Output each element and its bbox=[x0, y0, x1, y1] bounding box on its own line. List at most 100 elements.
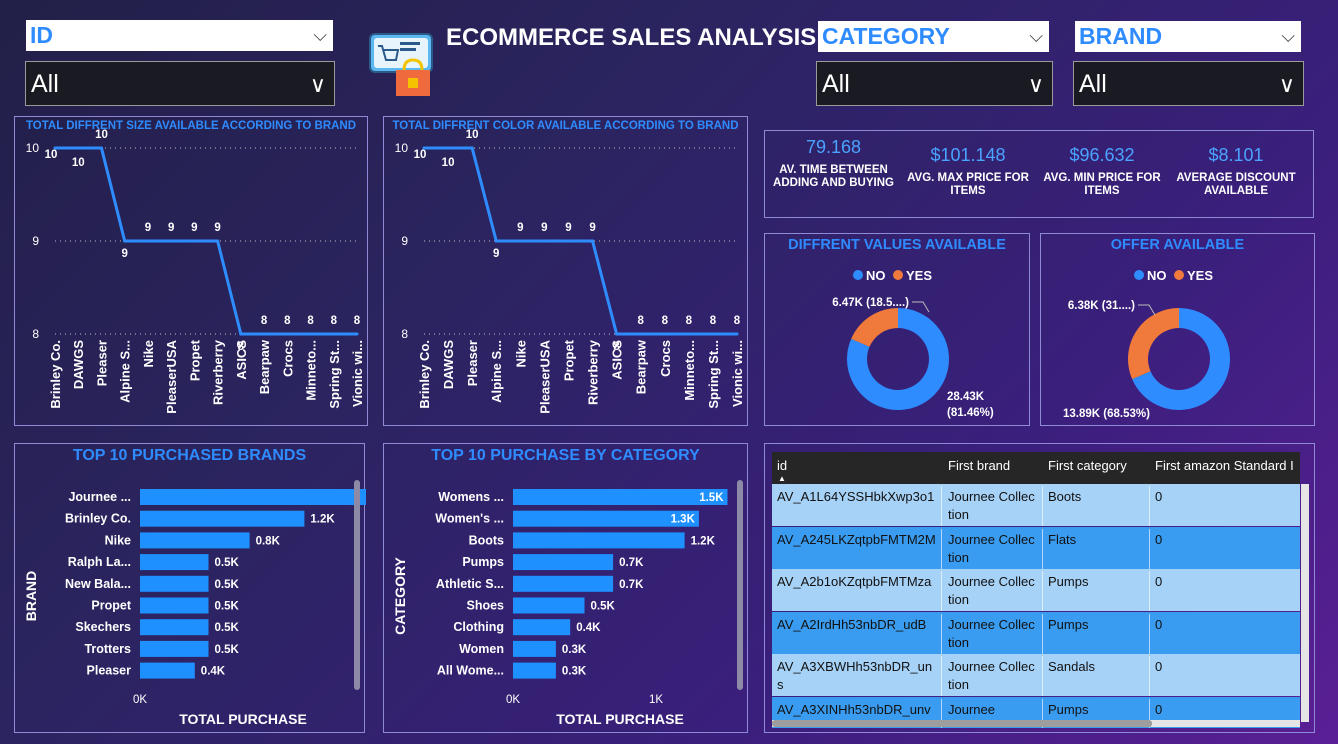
scrollbar[interactable] bbox=[737, 480, 743, 690]
kpi-label: AVG. MAX PRICE FOR ITEMS bbox=[907, 172, 1029, 197]
data-point[interactable] bbox=[446, 146, 450, 150]
scrollbar[interactable] bbox=[354, 480, 360, 690]
value-label: 0.7K bbox=[619, 557, 644, 569]
data-point[interactable] bbox=[542, 239, 546, 243]
x-tick-label: Spring St... bbox=[327, 340, 342, 409]
data-point[interactable] bbox=[169, 239, 173, 243]
data-point[interactable] bbox=[663, 332, 667, 336]
id-slicer-dropdown[interactable]: All ∨ bbox=[25, 61, 335, 106]
bar[interactable] bbox=[513, 662, 556, 679]
data-point[interactable] bbox=[123, 239, 127, 243]
legend-yes-marker bbox=[893, 270, 903, 280]
value-label: 0.5K bbox=[215, 557, 240, 569]
legend-label: YES bbox=[1187, 268, 1213, 283]
bar[interactable] bbox=[140, 662, 195, 679]
column-header-category[interactable]: First category bbox=[1043, 455, 1150, 477]
horizontal-scrollbar-thumb[interactable] bbox=[772, 720, 1152, 727]
data-point[interactable] bbox=[309, 332, 313, 336]
data-point[interactable] bbox=[216, 239, 220, 243]
brand-slicer-dropdown[interactable]: All ∨ bbox=[1073, 61, 1304, 106]
x-tick-label: Spring St... bbox=[706, 340, 721, 409]
y-tick-label: 8 bbox=[32, 327, 39, 341]
bar[interactable] bbox=[140, 532, 250, 549]
bar[interactable] bbox=[140, 619, 209, 636]
table-row[interactable]: AV_A2IrdHh53nbDR_udB Journee Collection Pu… bbox=[772, 611, 1300, 654]
chevron-down-icon[interactable]: ∨ bbox=[310, 62, 326, 107]
category-slicer-value: All bbox=[822, 70, 850, 98]
chevron-down-icon[interactable]: ⌵ bbox=[1281, 21, 1295, 52]
top-category-bar-chart: Womens ... 1.5K Women's ... 1.3K Boots 1.2K Pu… bbox=[392, 489, 728, 727]
data-point[interactable] bbox=[332, 332, 336, 336]
data-point[interactable] bbox=[99, 146, 103, 150]
id-slicer-value: All bbox=[31, 70, 59, 98]
bar[interactable] bbox=[140, 510, 305, 527]
table-row[interactable]: AV_A245LKZqtpbFMTM2M Journee Collection Fl… bbox=[772, 526, 1300, 569]
x-tick-label: PleaserUSA bbox=[164, 339, 179, 413]
bar[interactable] bbox=[513, 619, 571, 636]
data-point[interactable] bbox=[735, 332, 739, 336]
table-row[interactable]: AV_A2b1oKZqtpbFMTMza Journee Collection Pu… bbox=[772, 569, 1300, 612]
data-point[interactable] bbox=[494, 239, 498, 243]
bar[interactable] bbox=[513, 575, 614, 592]
slice-yes[interactable] bbox=[851, 308, 898, 347]
brand-slicer-label[interactable]: BRAND ⌵ bbox=[1075, 21, 1301, 52]
data-point[interactable] bbox=[711, 332, 715, 336]
category-slicer-label[interactable]: CATEGORY ⌵ bbox=[818, 21, 1049, 52]
x-tick-label: Alpine S... bbox=[489, 340, 504, 403]
table-row[interactable]: AV_A3XBWHh53nbDR_uns Journee Collection Sa… bbox=[772, 654, 1300, 697]
legend-label: NO bbox=[1147, 268, 1167, 283]
data-point[interactable] bbox=[566, 239, 570, 243]
data-point[interactable] bbox=[591, 239, 595, 243]
slice-yes[interactable] bbox=[1128, 308, 1179, 380]
x-tick-label: Bearpaw bbox=[634, 339, 649, 394]
data-point[interactable] bbox=[639, 332, 643, 336]
data-point[interactable] bbox=[615, 332, 619, 336]
column-header-asin[interactable]: First amazon Standard I bbox=[1150, 455, 1300, 477]
bar[interactable] bbox=[513, 554, 614, 571]
table-row[interactable]: AV_A1L64YSSHbkXwp3o1 Journee Collection Bo… bbox=[772, 484, 1300, 526]
data-point[interactable] bbox=[262, 332, 266, 336]
data-point[interactable] bbox=[239, 332, 243, 336]
data-point[interactable] bbox=[76, 146, 80, 150]
vertical-scrollbar[interactable] bbox=[1301, 484, 1309, 722]
bar[interactable] bbox=[513, 532, 685, 549]
bar[interactable] bbox=[513, 640, 556, 657]
data-point[interactable] bbox=[687, 332, 691, 336]
column-header-brand[interactable]: First brand bbox=[943, 455, 1043, 477]
sort-ascending-icon[interactable]: ▲ bbox=[778, 474, 786, 483]
id-slicer-title: ID bbox=[30, 22, 53, 48]
chevron-down-icon[interactable]: ∨ bbox=[1028, 62, 1044, 107]
data-point[interactable] bbox=[146, 239, 150, 243]
x-tick-label: Riverberry bbox=[211, 339, 226, 405]
category-slicer-dropdown[interactable]: All ∨ bbox=[816, 61, 1053, 106]
bar[interactable] bbox=[140, 575, 209, 592]
chevron-down-icon[interactable]: ⌵ bbox=[1029, 21, 1043, 52]
x-tick-label: Vionic wi... bbox=[730, 340, 745, 407]
chevron-down-icon[interactable]: ∨ bbox=[1279, 62, 1295, 107]
category-label: Athletic S... bbox=[436, 577, 504, 591]
legend-label: NO bbox=[866, 268, 886, 283]
id-slicer-label[interactable]: ID ⌵ bbox=[26, 20, 333, 51]
x-tick-label: Crocs bbox=[280, 340, 295, 377]
bar[interactable] bbox=[513, 489, 728, 505]
cell-id: AV_A245LKZqtpbFMTM2M bbox=[772, 528, 942, 569]
data-label: 9 bbox=[168, 222, 174, 234]
data-point[interactable] bbox=[355, 332, 359, 336]
bar[interactable] bbox=[140, 640, 209, 657]
color-line-chart: 10 9 8 10 Brinley Co. 10 DAWGS 10 Pleaser 9 Alpine… bbox=[395, 129, 745, 414]
data-label: 8 bbox=[686, 315, 693, 327]
x-tick-label: Brinley Co. bbox=[48, 340, 63, 409]
bar[interactable] bbox=[140, 554, 209, 571]
bar[interactable] bbox=[513, 597, 585, 614]
category-label: Propet bbox=[91, 599, 131, 613]
data-point[interactable] bbox=[470, 146, 474, 150]
bar[interactable] bbox=[140, 597, 209, 614]
kpi-value: $101.148 bbox=[930, 145, 1006, 165]
data-point[interactable] bbox=[192, 239, 196, 243]
data-point[interactable] bbox=[518, 239, 522, 243]
data-point[interactable] bbox=[285, 332, 289, 336]
horizontal-scrollbar[interactable] bbox=[772, 720, 1300, 727]
bar[interactable] bbox=[140, 489, 366, 505]
chevron-down-icon[interactable]: ⌵ bbox=[313, 20, 327, 51]
column-header-id[interactable]: id bbox=[772, 455, 942, 477]
